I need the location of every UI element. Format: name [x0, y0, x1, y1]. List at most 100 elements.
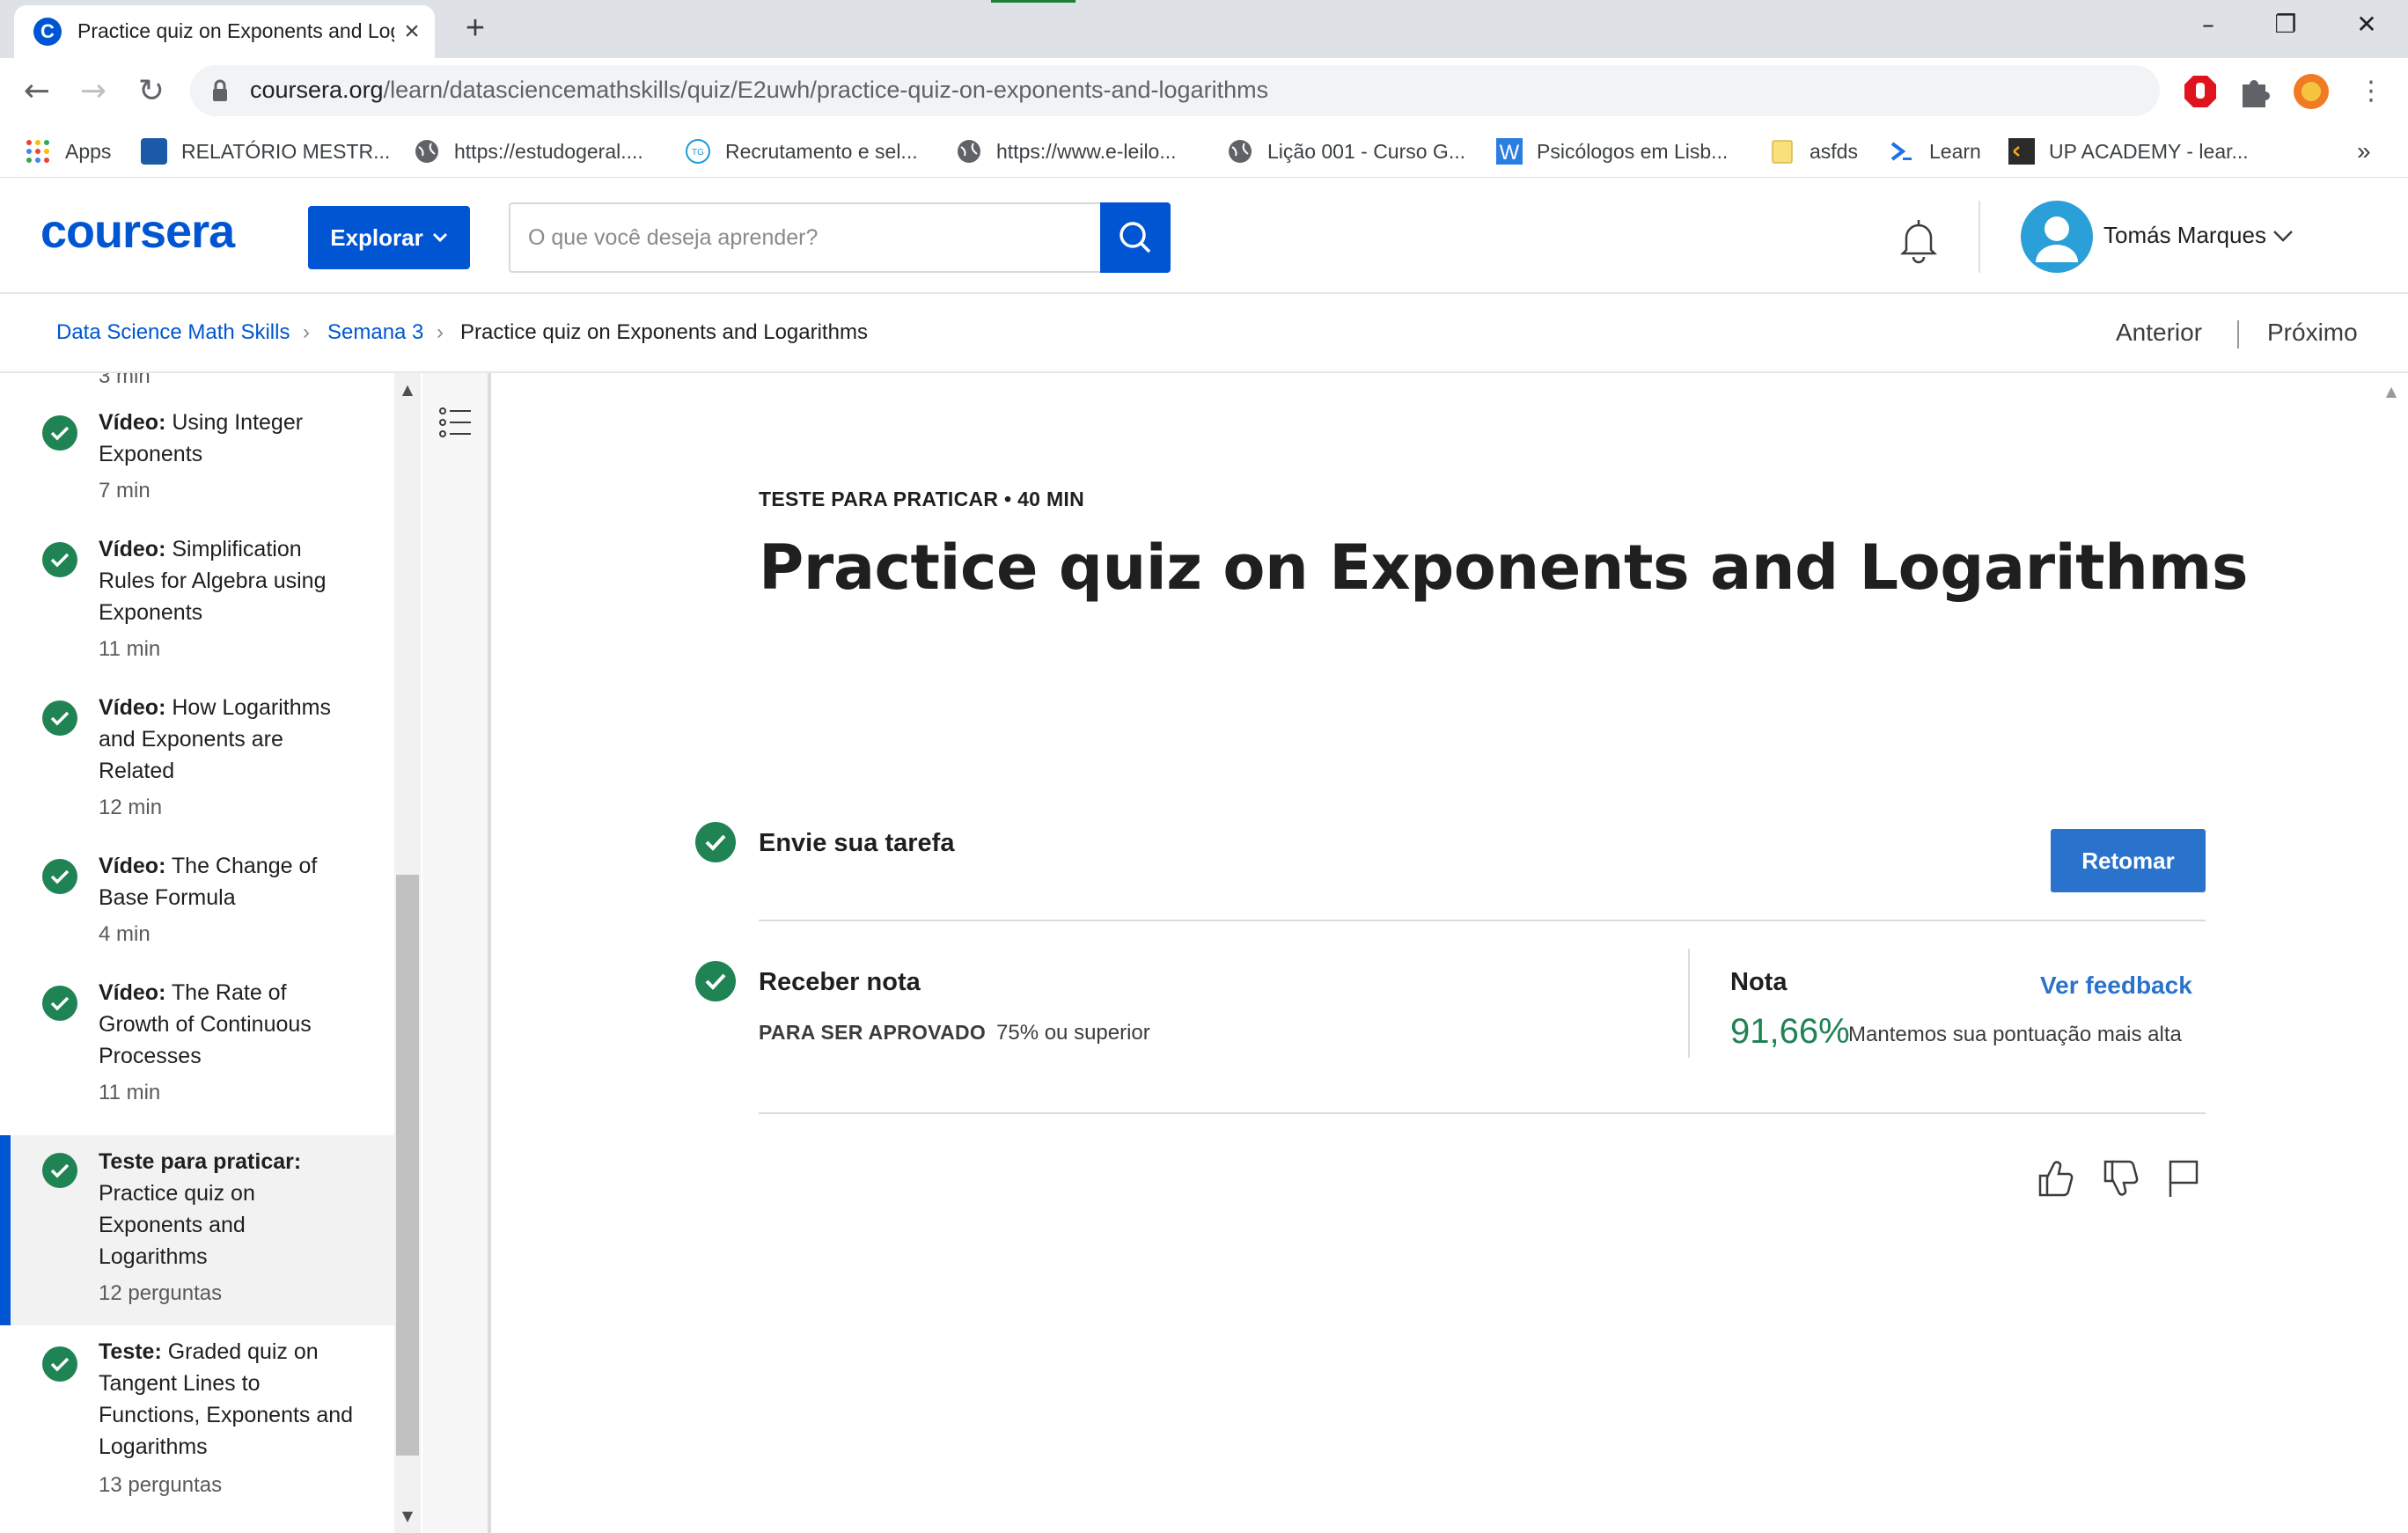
- course-sidebar: 3 min Vídeo: Using Integer Exponents 7 m…: [0, 373, 394, 1533]
- sidebar-item-graded-quiz[interactable]: Teste: Graded quiz on Tangent Lines to F…: [0, 1325, 394, 1519]
- sidebar-item-title: Vídeo: The Rate of Growth of Continuous …: [99, 980, 312, 1068]
- globe-icon: [415, 140, 438, 163]
- notifications-bell-icon[interactable]: [1898, 216, 1940, 264]
- sidebar-item-title: Vídeo: Simplification Rules for Algebra …: [99, 537, 327, 625]
- sidebar-item-rate-of-growth[interactable]: Vídeo: The Rate of Growth of Continuous …: [0, 966, 394, 1125]
- breadcrumb-week-link[interactable]: Semana 3: [327, 320, 423, 345]
- new-tab-icon[interactable]: +: [458, 11, 493, 46]
- adblock-extension-icon[interactable]: [2181, 72, 2220, 111]
- table-of-contents-icon[interactable]: [438, 405, 474, 440]
- menu-kebab-icon[interactable]: ⋮: [2350, 70, 2392, 113]
- bookmarks-bar: Apps RELATÓRIO MESTR... https://estudoge…: [0, 125, 2408, 178]
- bookmark-label: Recrutamento e sel...: [725, 139, 918, 163]
- active-indicator: [0, 1135, 11, 1325]
- bookmark-upacademy[interactable]: UP ACADEMY - lear...: [2008, 134, 2249, 169]
- page-scrollbar[interactable]: ▲: [2378, 373, 2408, 1533]
- scroll-down-icon[interactable]: ▼: [400, 1509, 415, 1523]
- bookmark-label: Apps: [65, 139, 112, 163]
- next-link[interactable]: Próximo: [2267, 319, 2358, 347]
- user-avatar-icon: [2036, 216, 2078, 262]
- back-icon[interactable]: ←: [16, 70, 58, 113]
- globe-icon: [1229, 140, 1252, 163]
- search-input[interactable]: [509, 202, 1102, 273]
- browser-tab[interactable]: C Practice quiz on Exponents and Logarit…: [14, 5, 435, 58]
- sidebar-item-meta: 7 min: [99, 479, 150, 502]
- bookmark-apps[interactable]: Apps: [25, 134, 111, 169]
- browser-tab-bar: C Practice quiz on Exponents and Logarit…: [0, 0, 2408, 58]
- site-header: coursera Explorar Tomás Marques: [0, 178, 2408, 294]
- sidebar-item-practice-quiz-active[interactable]: Teste para praticar: Practice quiz on Ex…: [0, 1135, 394, 1325]
- bookmark-label: Learn: [1929, 139, 1981, 163]
- explore-button[interactable]: Explorar: [308, 206, 470, 269]
- sidebar-item-title: Teste para praticar: Practice quiz on Ex…: [99, 1149, 302, 1269]
- url-text: coursera.org/learn/datasciencemathskills…: [250, 77, 1268, 104]
- svg-text:W: W: [1500, 141, 1520, 165]
- scroll-up-icon[interactable]: ▲: [400, 383, 415, 397]
- bookmark-eleilo[interactable]: https://www.e-leilo...: [956, 134, 1177, 169]
- tg-logo-icon: TG: [686, 139, 710, 164]
- grade-note: Mantemos sua pontuação mais alta: [1848, 1023, 2182, 1046]
- sidebar-item-using-integer-exponents[interactable]: Vídeo: Using Integer Exponents 7 min: [0, 396, 394, 523]
- sidebar-item-meta: 13 perguntas: [99, 1473, 223, 1497]
- user-name[interactable]: Tomás Marques: [2103, 222, 2266, 249]
- scroll-up-icon[interactable]: ▲: [2383, 385, 2399, 399]
- extensions-puzzle-icon[interactable]: [2235, 72, 2274, 111]
- completed-check-icon: [42, 1346, 77, 1382]
- divider: [759, 920, 2206, 921]
- reload-icon[interactable]: ↻: [130, 70, 173, 113]
- sidebar-item-title: Vídeo: Using Integer Exponents: [99, 410, 304, 466]
- sidebar-item-change-of-base[interactable]: Vídeo: The Change of Base Formula 4 min: [0, 840, 394, 966]
- bookmark-estudogeral[interactable]: https://estudogeral....: [414, 134, 643, 169]
- sidebar-scrollbar[interactable]: ▲ ▼: [394, 373, 421, 1533]
- sidebar-scroll-thumb[interactable]: [396, 875, 419, 1456]
- chevron-down-icon: [432, 232, 447, 243]
- pass-requirement-value: 75% ou superior: [996, 1021, 1150, 1045]
- search-button[interactable]: [1100, 202, 1171, 273]
- address-bar[interactable]: coursera.org/learn/datasciencemathskills…: [190, 65, 2330, 116]
- coursera-logo[interactable]: coursera: [40, 204, 235, 259]
- bookmark-recrutamento[interactable]: TG Recrutamento e sel...: [685, 134, 918, 169]
- breadcrumb-separator-icon: ›: [303, 320, 310, 344]
- tab-strip-accent: [991, 0, 1076, 3]
- completed-check-icon: [42, 986, 77, 1021]
- previous-link[interactable]: Anterior: [2116, 319, 2202, 347]
- sidebar-item-title: Teste: Graded quiz on Tangent Lines to F…: [99, 1339, 354, 1459]
- bookmark-label: https://estudogeral....: [454, 139, 643, 163]
- bookmark-relatorio[interactable]: RELATÓRIO MESTR...: [141, 134, 390, 169]
- window-close-icon[interactable]: ✕: [2336, 5, 2397, 44]
- sidebar-item-logarithms-exponents[interactable]: Vídeo: How Logarithms and Exponents are …: [0, 681, 394, 840]
- minimize-icon[interactable]: –: [2177, 5, 2239, 44]
- sidebar-item-title: Vídeo: How Logarithms and Exponents are …: [99, 695, 331, 783]
- sidebar-item-simplification-rules[interactable]: Vídeo: Simplification Rules for Algebra …: [0, 523, 394, 681]
- thumbs-down-icon[interactable]: [2100, 1156, 2140, 1200]
- forward-icon[interactable]: →: [72, 70, 114, 113]
- lock-icon: [213, 79, 227, 101]
- thumbs-up-icon[interactable]: [2035, 1156, 2075, 1200]
- bookmark-psicologos[interactable]: W Psicólogos em Lisb...: [1496, 134, 1728, 169]
- search-icon: [1120, 222, 1151, 253]
- page-title: Practice quiz on Exponents and Logarithm…: [759, 532, 2249, 604]
- close-tab-icon[interactable]: ×: [396, 16, 428, 48]
- sidebar-item-meta: 3 min: [99, 373, 150, 388]
- sidebar-item-title: Vídeo: The Change of Base Formula: [99, 854, 318, 910]
- avatar[interactable]: [2021, 201, 2093, 273]
- bookmark-licao[interactable]: Lição 001 - Curso G...: [1227, 134, 1465, 169]
- resume-button[interactable]: Retomar: [2051, 829, 2206, 892]
- flag-icon[interactable]: [2163, 1156, 2204, 1200]
- quiz-main: TESTE PARA PRATICAR • 40 MIN Practice qu…: [495, 373, 2378, 1533]
- bookmark-label: RELATÓRIO MESTR...: [181, 139, 391, 163]
- bookmark-label: asfds: [1810, 139, 1858, 163]
- restore-icon[interactable]: ❐: [2255, 5, 2316, 44]
- browser-toolbar: ← → ↻ coursera.org/learn/datasciencemath…: [0, 58, 2408, 125]
- chevron-down-icon[interactable]: [2271, 224, 2295, 248]
- breadcrumb-course-link[interactable]: Data Science Math Skills: [56, 320, 290, 345]
- bookmark-asfds[interactable]: asfds: [1769, 134, 1858, 169]
- submit-assignment-label: Envie sua tarefa: [759, 829, 955, 857]
- grade-heading: Nota: [1730, 968, 1788, 996]
- globe-icon: [958, 140, 980, 163]
- profile-extension-icon[interactable]: [2292, 72, 2331, 111]
- bookmarks-overflow-icon[interactable]: »: [2357, 134, 2371, 169]
- bookmark-learn[interactable]: Learn: [1889, 134, 1981, 169]
- terminal-icon: [1890, 142, 1912, 161]
- view-feedback-link[interactable]: Ver feedback: [2040, 972, 2192, 1000]
